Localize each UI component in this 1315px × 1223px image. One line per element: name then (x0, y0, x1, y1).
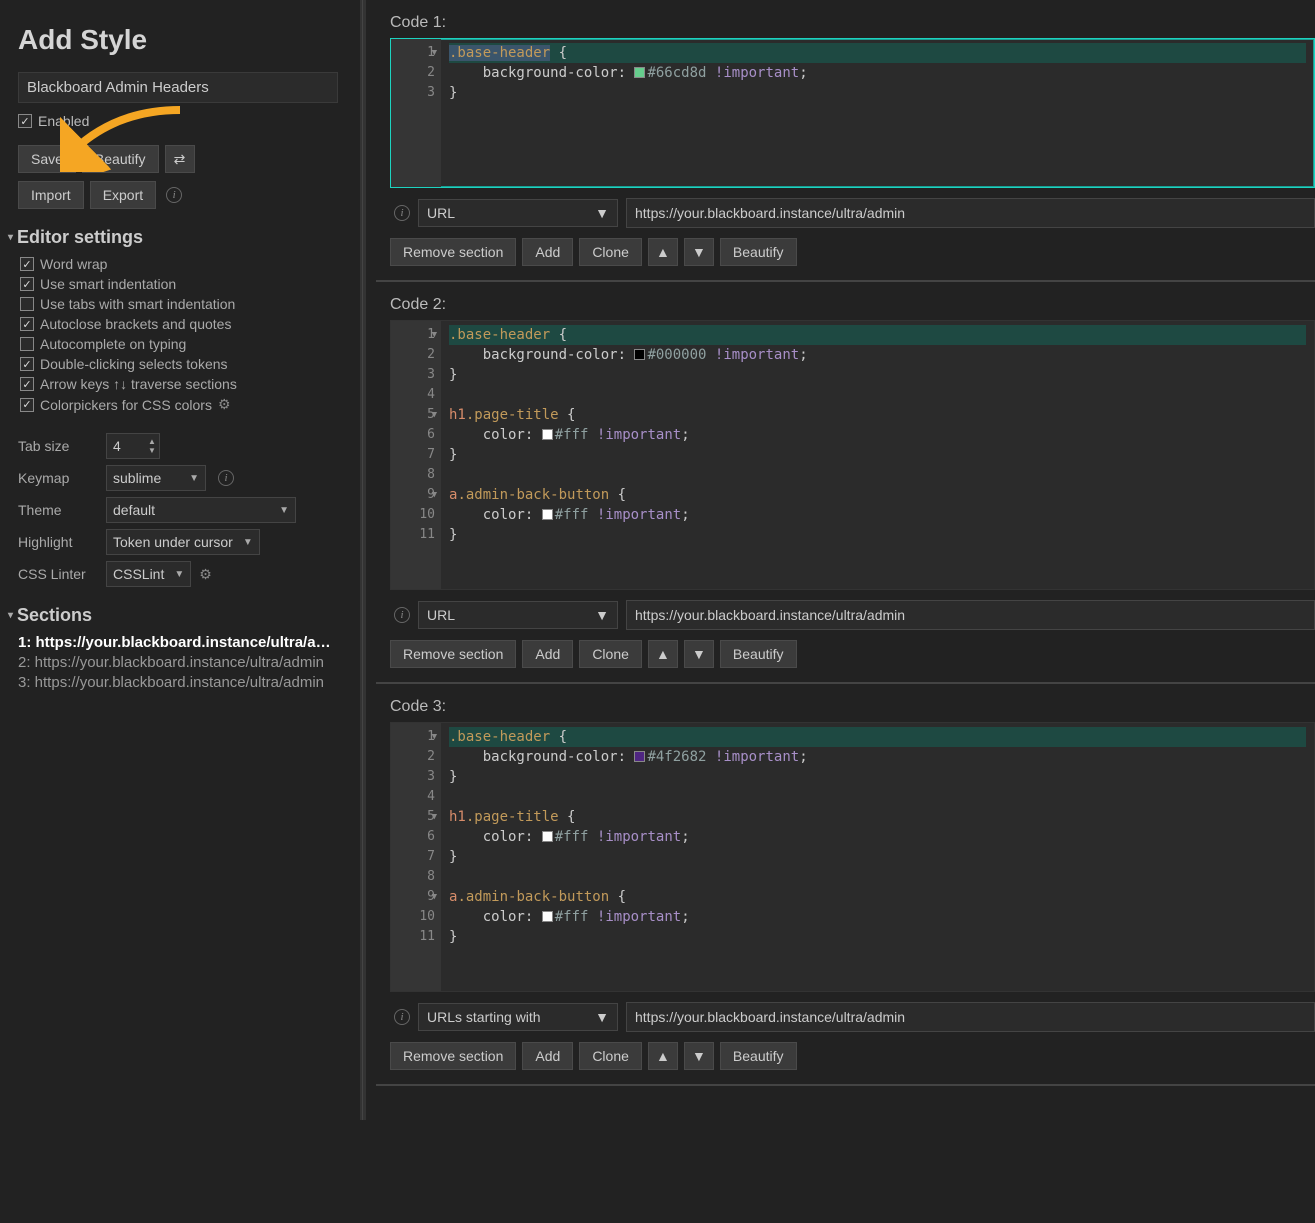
option-label: Use tabs with smart indentation (40, 296, 235, 312)
style-name-input[interactable] (18, 72, 338, 103)
stepper-down-icon[interactable]: ▼ (148, 446, 156, 455)
clone-section-button[interactable]: Clone (579, 1042, 642, 1070)
code-editor[interactable]: 1▼2345▼6789▼1011 .base-header { backgrou… (390, 722, 1315, 992)
beautify-button[interactable]: Beautify (82, 145, 159, 173)
add-section-button[interactable]: Add (522, 640, 573, 668)
section-link[interactable]: 1: https://your.blackboard.instance/ultr… (18, 634, 348, 651)
info-icon[interactable]: i (394, 1009, 410, 1025)
editor-settings-heading[interactable]: Editor settings (8, 227, 348, 248)
code-section: Code 2: 1▼2345▼6789▼1011 .base-header { b… (376, 296, 1315, 684)
reverse-button[interactable]: ⇄ (165, 145, 195, 173)
remove-section-button[interactable]: Remove section (390, 640, 516, 668)
option-label: Arrow keys ↑↓ traverse sections (40, 376, 237, 392)
option-label: Autoclose brackets and quotes (40, 316, 231, 332)
enabled-label: Enabled (38, 113, 89, 129)
option-checkbox[interactable] (20, 398, 34, 412)
clone-section-button[interactable]: Clone (579, 640, 642, 668)
option-checkbox[interactable] (20, 357, 34, 371)
stepper-up-icon[interactable]: ▲ (148, 437, 156, 446)
info-icon[interactable]: i (218, 470, 234, 486)
clone-section-button[interactable]: Clone (579, 238, 642, 266)
splitter[interactable] (360, 0, 366, 1120)
tab-size-label: Tab size (18, 438, 98, 454)
move-up-button[interactable]: ▲ (648, 640, 678, 668)
add-section-button[interactable]: Add (522, 238, 573, 266)
theme-label: Theme (18, 502, 98, 518)
option-checkbox[interactable] (20, 297, 34, 311)
code-editor[interactable]: 1▼2345▼6789▼1011 .base-header { backgrou… (390, 320, 1315, 590)
option-checkbox[interactable] (20, 337, 34, 351)
applies-type-select[interactable]: URLs starting with▼ (418, 1003, 618, 1031)
tab-size-input[interactable] (107, 434, 145, 458)
export-button[interactable]: Export (90, 181, 156, 209)
info-icon[interactable]: i (166, 187, 182, 203)
move-down-button[interactable]: ▼ (684, 1042, 714, 1070)
gear-icon[interactable]: ⚙ (218, 396, 231, 413)
applies-url-input[interactable] (626, 600, 1315, 630)
keymap-label: Keymap (18, 470, 98, 486)
move-down-button[interactable]: ▼ (684, 238, 714, 266)
applies-type-select[interactable]: URL▼ (418, 601, 618, 629)
option-checkbox[interactable] (20, 257, 34, 271)
code-editor[interactable]: 1▼23 .base-header { background-color: #6… (390, 38, 1315, 188)
applies-url-input[interactable] (626, 1002, 1315, 1032)
move-down-button[interactable]: ▼ (684, 640, 714, 668)
code-label: Code 1: (390, 14, 1315, 32)
option-checkbox[interactable] (20, 317, 34, 331)
code-section: Code 1: 1▼23 .base-header { background-co… (376, 14, 1315, 282)
option-label: Use smart indentation (40, 276, 176, 292)
section-link[interactable]: 2: https://your.blackboard.instance/ultr… (18, 654, 348, 671)
page-title: Add Style (18, 24, 348, 56)
remove-section-button[interactable]: Remove section (390, 238, 516, 266)
keymap-select[interactable]: sublime▼ (106, 465, 206, 491)
sidebar: Add Style Enabled Save Beautify ⇄ Import… (0, 0, 360, 1120)
code-label: Code 3: (390, 698, 1315, 716)
applies-type-select[interactable]: URL▼ (418, 199, 618, 227)
import-button[interactable]: Import (18, 181, 84, 209)
move-up-button[interactable]: ▲ (648, 1042, 678, 1070)
move-up-button[interactable]: ▲ (648, 238, 678, 266)
save-button[interactable]: Save (18, 145, 76, 173)
option-label: Word wrap (40, 256, 107, 272)
applies-url-input[interactable] (626, 198, 1315, 228)
info-icon[interactable]: i (394, 205, 410, 221)
linter-label: CSS Linter (18, 566, 98, 582)
main: Code 1: 1▼23 .base-header { background-co… (366, 0, 1315, 1120)
code-label: Code 2: (390, 296, 1315, 314)
code-section: Code 3: 1▼2345▼6789▼1011 .base-header { b… (376, 698, 1315, 1086)
option-label: Double-clicking selects tokens (40, 356, 228, 372)
highlight-select[interactable]: Token under cursor▼ (106, 529, 260, 555)
option-checkbox[interactable] (20, 277, 34, 291)
highlight-label: Highlight (18, 534, 98, 550)
section-beautify-button[interactable]: Beautify (720, 1042, 797, 1070)
section-beautify-button[interactable]: Beautify (720, 238, 797, 266)
enabled-checkbox[interactable] (18, 114, 32, 128)
section-link[interactable]: 3: https://your.blackboard.instance/ultr… (18, 674, 348, 691)
section-beautify-button[interactable]: Beautify (720, 640, 797, 668)
info-icon[interactable]: i (394, 607, 410, 623)
remove-section-button[interactable]: Remove section (390, 1042, 516, 1070)
option-label: Colorpickers for CSS colors (40, 397, 212, 413)
option-checkbox[interactable] (20, 377, 34, 391)
add-section-button[interactable]: Add (522, 1042, 573, 1070)
sections-heading[interactable]: Sections (8, 605, 348, 626)
gear-icon[interactable]: ⚙ (199, 566, 212, 583)
option-label: Autocomplete on typing (40, 336, 186, 352)
linter-select[interactable]: CSSLint▼ (106, 561, 191, 587)
theme-select[interactable]: default▼ (106, 497, 296, 523)
